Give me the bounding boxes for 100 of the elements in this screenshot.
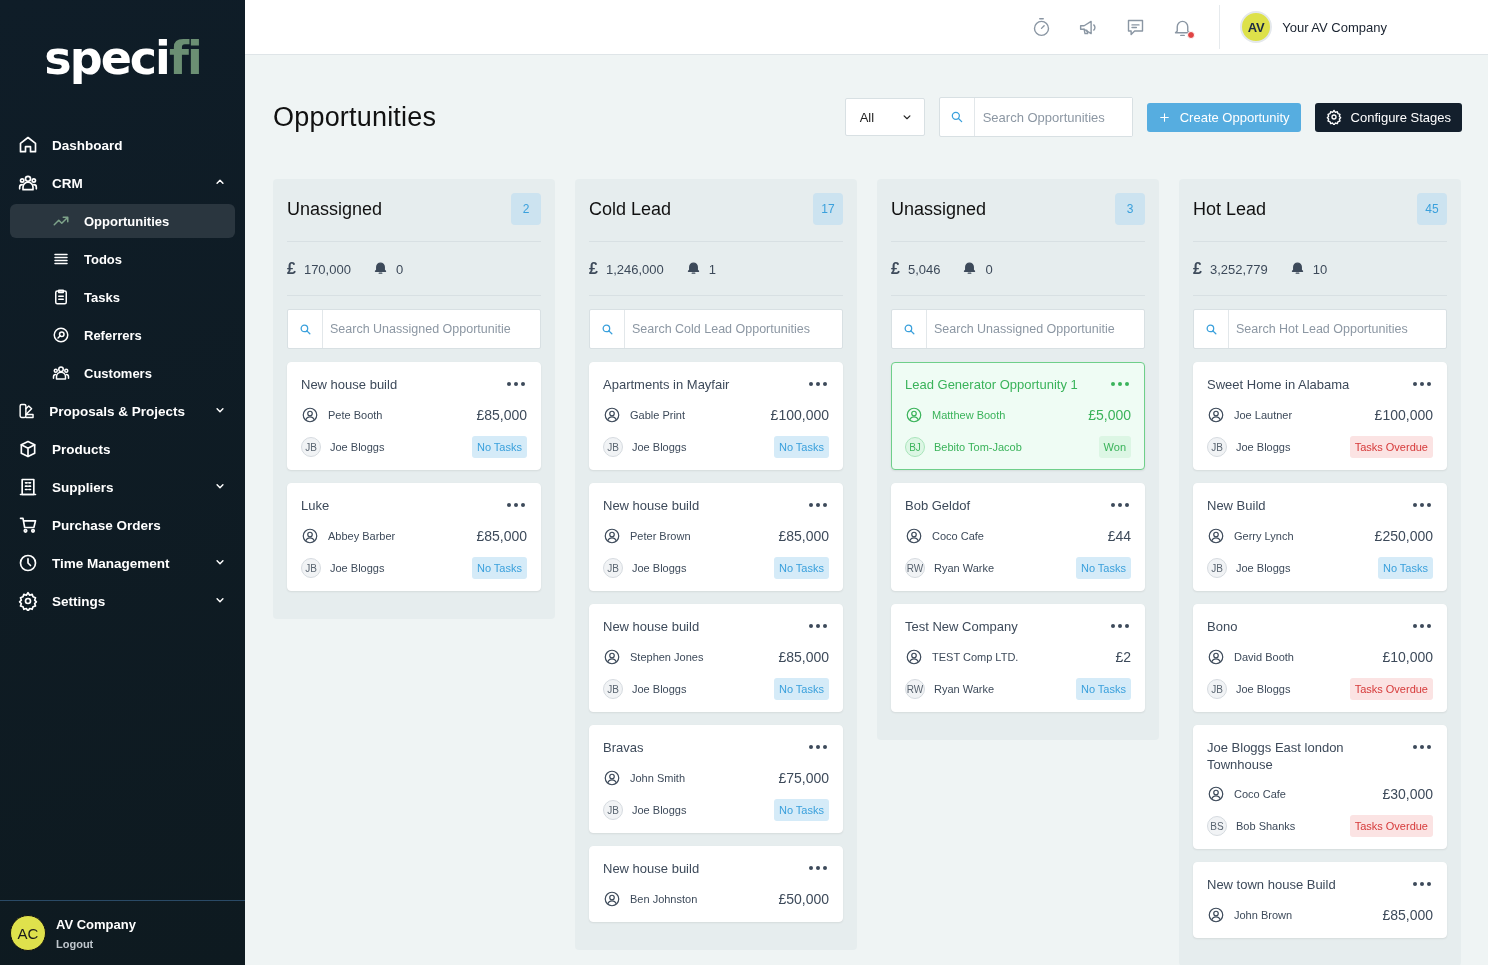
column-search-field[interactable]: Search Unassigned Opportunitie: [891, 309, 1145, 349]
owner-name: Joe Bloggs: [632, 562, 688, 574]
contact-icon: [603, 890, 621, 908]
search-input[interactable]: Search Cold Lead Opportunities: [625, 310, 842, 348]
status-badge: No Tasks: [471, 557, 527, 579]
status-badge: Tasks Overdue: [1349, 678, 1433, 700]
sidebar-item[interactable]: Time Management: [10, 546, 235, 580]
card-title: New Build: [1207, 497, 1266, 514]
opportunity-card[interactable]: Sweet Home in Alabama Joe Lautner £100,000 JB Joe Bloggs Tasks Overdue: [1193, 362, 1447, 470]
contact-icon: [905, 527, 923, 545]
count-badge: 2: [511, 193, 541, 225]
card-title: Apartments in Mayfair: [603, 376, 730, 393]
column-search-field[interactable]: Search Hot Lead Opportunities: [1193, 309, 1447, 349]
logo[interactable]: specifi: [44, 28, 201, 88]
opportunity-card[interactable]: New house build Stephen Jones £85,000 JB Joe Bloggs No Tasks: [589, 604, 843, 712]
account-avatar[interactable]: AV: [1240, 11, 1273, 43]
currency-symbol: £: [891, 260, 900, 278]
contact-icon: [603, 527, 621, 545]
deal-value: £100,000: [1374, 407, 1433, 423]
owner-avatar: JB: [301, 558, 321, 578]
logout-link[interactable]: Logout: [56, 937, 136, 950]
opportunity-card[interactable]: Bob Geldof Coco Cafe £44 RW Ryan Warke No Tasks: [891, 483, 1145, 591]
column-title: Hot Lead: [1193, 198, 1267, 220]
contact-icon: [301, 527, 319, 545]
sidebar-item[interactable]: Proposals & Projects: [10, 394, 235, 428]
search-input[interactable]: Search Hot Lead Opportunities: [1229, 310, 1446, 348]
search-field[interactable]: Search Opportunities: [938, 97, 1133, 137]
column-search-field[interactable]: Search Unassigned Opportunitie: [287, 309, 541, 349]
opportunity-card[interactable]: Bravas John Smith £75,000 JB Joe Bloggs No Tasks: [589, 725, 843, 833]
contact-icon: [603, 406, 621, 424]
column-title: Unassigned: [891, 198, 987, 220]
opportunity-card[interactable]: New house build Peter Brown £85,000 JB Joe Bloggs No Tasks: [589, 483, 843, 591]
filter-dropdown[interactable]: All: [844, 98, 925, 136]
deal-value: £10,000: [1382, 649, 1433, 665]
deal-value: £100,000: [770, 407, 829, 423]
owner-name: Joe Bloggs: [632, 804, 688, 816]
total-value: 3,252,779: [1209, 261, 1268, 277]
sidebar-item[interactable]: CRM: [10, 166, 235, 200]
search-icon: [298, 322, 312, 336]
sidebar-item[interactable]: Products: [10, 432, 235, 466]
contact-name: Stephen Jones: [630, 651, 705, 663]
opportunity-card[interactable]: Test New Company TEST Comp LTD. £2 RW Ryan Warke No Tasks: [891, 604, 1145, 712]
opportunity-card[interactable]: Luke Abbey Barber £85,000 JB Joe Bloggs No Tasks: [287, 483, 541, 591]
owner-avatar: JB: [603, 800, 623, 820]
card-title: Joe Bloggs East london Townhouse: [1207, 739, 1345, 773]
contact-icon: [1207, 527, 1225, 545]
sidebar-item[interactable]: Dashboard: [10, 128, 235, 162]
search-circle-icon: [52, 326, 70, 344]
sidebar-subitem[interactable]: Referrers: [10, 318, 235, 352]
count-badge: 3: [1115, 193, 1145, 225]
search-input[interactable]: Search Unassigned Opportunitie: [323, 310, 540, 348]
contact-name: David Booth: [1234, 651, 1295, 663]
home-icon: [18, 135, 38, 155]
bell-icon: [372, 260, 388, 275]
settings-icon: [1325, 109, 1342, 125]
sidebar-item[interactable]: Settings: [10, 584, 235, 618]
contact-icon: [301, 406, 319, 424]
owner-name: Joe Bloggs: [330, 562, 386, 574]
opportunity-card[interactable]: New house build Pete Booth £85,000 JB Joe Bloggs No Tasks: [287, 362, 541, 470]
sidebar-item[interactable]: Purchase Orders: [10, 508, 235, 542]
contact-name: Abbey Barber: [328, 530, 397, 542]
configure-button[interactable]: Configure Stages: [1314, 102, 1462, 132]
sidebar-subitem[interactable]: Todos: [10, 242, 235, 276]
deal-value: £85,000: [476, 528, 527, 544]
alert-count: 1: [708, 261, 716, 277]
sidebar-subitem[interactable]: Opportunities: [10, 204, 235, 238]
sidebar-item[interactable]: Suppliers: [10, 470, 235, 504]
owner-name: Joe Bloggs: [1236, 562, 1292, 574]
card-title: Bravas: [603, 739, 644, 756]
status-badge: No Tasks: [1075, 557, 1131, 579]
contact-name: TEST Comp LTD.: [932, 651, 1020, 663]
column-search-field[interactable]: Search Cold Lead Opportunities: [589, 309, 843, 349]
card-title: Bob Geldof: [905, 497, 971, 514]
status-badge: No Tasks: [1075, 678, 1131, 700]
opportunity-card[interactable]: New town house Build John Brown £85,000: [1193, 862, 1447, 938]
count-badge: 17: [813, 193, 843, 225]
opportunity-card[interactable]: Bono David Booth £10,000 JB Joe Bloggs Tasks Overdue: [1193, 604, 1447, 712]
count-badge: 45: [1417, 193, 1447, 225]
opportunity-card[interactable]: New house build Ben Johnston £50,000: [589, 846, 843, 922]
bell-icon: [685, 260, 701, 275]
search-input[interactable]: Search Unassigned Opportunitie: [927, 310, 1144, 348]
contact-icon: [905, 406, 923, 424]
sidebar-subitem[interactable]: Tasks: [10, 280, 235, 314]
contact-name: Matthew Booth: [932, 409, 1007, 421]
status-badge: No Tasks: [773, 436, 829, 458]
contact-icon: [603, 648, 621, 666]
sidebar-subitem[interactable]: Customers: [10, 356, 235, 390]
contact-icon: [603, 769, 621, 787]
total-value: 170,000: [303, 261, 351, 277]
deal-value: £85,000: [1382, 907, 1433, 923]
owner-avatar: JB: [1207, 679, 1227, 699]
owner-name: Bebito Tom-Jacob: [934, 441, 1023, 453]
deal-value: £44: [1107, 528, 1131, 544]
opportunity-card[interactable]: New Build Gerry Lynch £250,000 JB Joe Bloggs No Tasks: [1193, 483, 1447, 591]
contact-icon: [1207, 406, 1225, 424]
account-name[interactable]: Your AV Company: [1282, 19, 1387, 35]
owner-avatar: RW: [905, 558, 925, 578]
opportunity-card[interactable]: Joe Bloggs East london Townhouse Coco Cafe £30,000 BS Bob Shanks Tasks Overdue: [1193, 725, 1447, 849]
contact-name: Ben Johnston: [630, 893, 699, 905]
opportunity-card[interactable]: Apartments in Mayfair Gable Print £100,000 JB Joe Bloggs No Tasks: [589, 362, 843, 470]
